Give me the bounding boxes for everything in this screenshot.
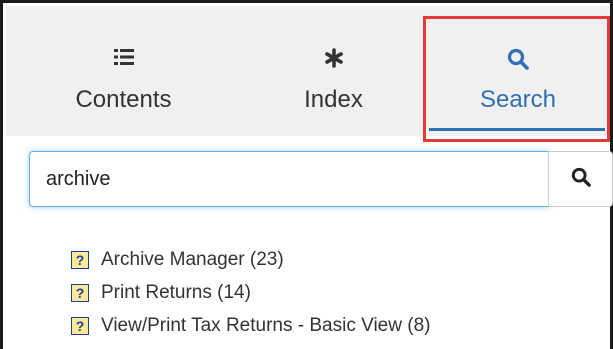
tab-contents[interactable]: Contents bbox=[6, 6, 241, 136]
search-button[interactable] bbox=[548, 151, 613, 207]
search-results: ? Archive Manager (23) ? Print Returns (… bbox=[71, 243, 613, 342]
tab-bar: Contents Index Search bbox=[6, 6, 610, 136]
tab-index-label: Index bbox=[304, 86, 363, 113]
help-topic-icon: ? bbox=[71, 316, 89, 335]
tab-contents-label: Contents bbox=[75, 86, 172, 113]
asterisk-icon bbox=[241, 48, 426, 72]
help-panel: Contents Index Search archive ? Archive … bbox=[0, 0, 613, 349]
active-tab-indicator bbox=[429, 128, 605, 131]
search-bar bbox=[29, 151, 613, 207]
result-label[interactable]: Print Returns (14) bbox=[101, 282, 251, 304]
help-topic-icon: ? bbox=[71, 283, 89, 302]
result-label[interactable]: Archive Manager (23) bbox=[101, 249, 284, 271]
list-item[interactable]: ? View/Print Tax Returns - Basic View (8… bbox=[71, 309, 613, 342]
tab-index[interactable]: Index bbox=[241, 6, 426, 136]
help-topic-icon: ? bbox=[71, 250, 89, 269]
list-item[interactable]: ? Print Returns (14) bbox=[71, 276, 613, 309]
search-icon bbox=[426, 48, 610, 72]
search-icon bbox=[571, 167, 591, 192]
list-icon bbox=[6, 48, 241, 72]
tab-search[interactable]: Search bbox=[426, 6, 610, 136]
list-item[interactable]: ? Archive Manager (23) bbox=[71, 243, 613, 276]
tab-search-label: Search bbox=[479, 86, 557, 113]
search-input[interactable] bbox=[29, 151, 549, 207]
result-label[interactable]: View/Print Tax Returns - Basic View (8) bbox=[101, 315, 430, 337]
